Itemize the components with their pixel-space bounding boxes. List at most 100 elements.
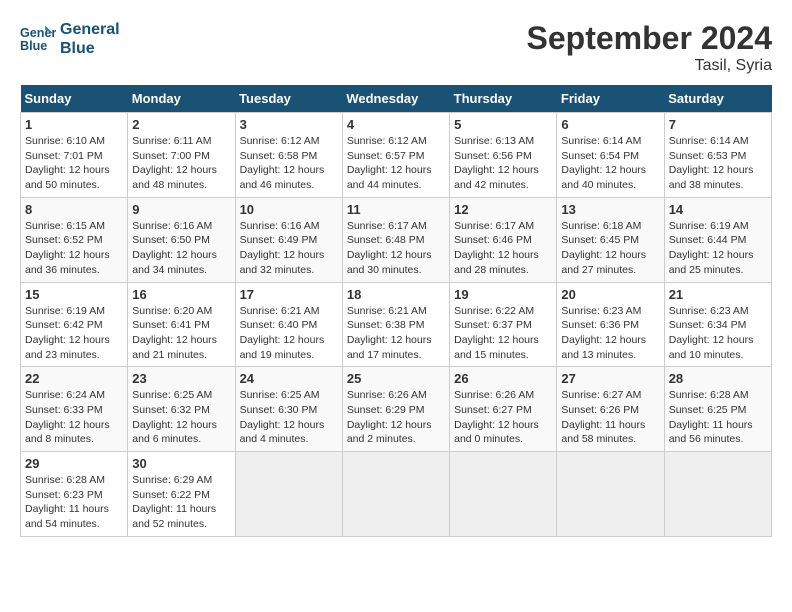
- day-of-week-header: Sunday: [21, 85, 128, 113]
- day-number: 15: [25, 287, 123, 302]
- day-info: Sunrise: 6:27 AM Sunset: 6:26 PM Dayligh…: [561, 388, 659, 447]
- calendar-week-row: 22 Sunrise: 6:24 AM Sunset: 6:33 PM Dayl…: [21, 367, 772, 452]
- day-number: 19: [454, 287, 552, 302]
- day-info: Sunrise: 6:19 AM Sunset: 6:44 PM Dayligh…: [669, 219, 767, 278]
- calendar-cell: 9 Sunrise: 6:16 AM Sunset: 6:50 PM Dayli…: [128, 197, 235, 282]
- calendar-week-row: 15 Sunrise: 6:19 AM Sunset: 6:42 PM Dayl…: [21, 282, 772, 367]
- day-number: 18: [347, 287, 445, 302]
- day-number: 26: [454, 371, 552, 386]
- day-number: 28: [669, 371, 767, 386]
- calendar-cell: 4 Sunrise: 6:12 AM Sunset: 6:57 PM Dayli…: [342, 113, 449, 198]
- day-number: 23: [132, 371, 230, 386]
- calendar-cell: [342, 452, 449, 537]
- calendar-cell: 5 Sunrise: 6:13 AM Sunset: 6:56 PM Dayli…: [450, 113, 557, 198]
- day-info: Sunrise: 6:14 AM Sunset: 6:54 PM Dayligh…: [561, 134, 659, 193]
- day-info: Sunrise: 6:28 AM Sunset: 6:25 PM Dayligh…: [669, 388, 767, 447]
- calendar-cell: 24 Sunrise: 6:25 AM Sunset: 6:30 PM Dayl…: [235, 367, 342, 452]
- logo-text-blue: Blue: [60, 39, 120, 58]
- day-number: 9: [132, 202, 230, 217]
- day-number: 20: [561, 287, 659, 302]
- calendar-table: SundayMondayTuesdayWednesdayThursdayFrid…: [20, 85, 772, 537]
- day-number: 13: [561, 202, 659, 217]
- calendar-cell: 7 Sunrise: 6:14 AM Sunset: 6:53 PM Dayli…: [664, 113, 771, 198]
- day-info: Sunrise: 6:10 AM Sunset: 7:01 PM Dayligh…: [25, 134, 123, 193]
- day-number: 24: [240, 371, 338, 386]
- calendar-cell: 8 Sunrise: 6:15 AM Sunset: 6:52 PM Dayli…: [21, 197, 128, 282]
- day-info: Sunrise: 6:21 AM Sunset: 6:40 PM Dayligh…: [240, 304, 338, 363]
- calendar-cell: 2 Sunrise: 6:11 AM Sunset: 7:00 PM Dayli…: [128, 113, 235, 198]
- calendar-week-row: 29 Sunrise: 6:28 AM Sunset: 6:23 PM Dayl…: [21, 452, 772, 537]
- day-of-week-header: Saturday: [664, 85, 771, 113]
- calendar-cell: [664, 452, 771, 537]
- calendar-cell: 18 Sunrise: 6:21 AM Sunset: 6:38 PM Dayl…: [342, 282, 449, 367]
- day-info: Sunrise: 6:29 AM Sunset: 6:22 PM Dayligh…: [132, 473, 230, 532]
- day-number: 6: [561, 117, 659, 132]
- day-info: Sunrise: 6:20 AM Sunset: 6:41 PM Dayligh…: [132, 304, 230, 363]
- calendar-cell: 16 Sunrise: 6:20 AM Sunset: 6:41 PM Dayl…: [128, 282, 235, 367]
- day-info: Sunrise: 6:25 AM Sunset: 6:30 PM Dayligh…: [240, 388, 338, 447]
- day-number: 14: [669, 202, 767, 217]
- day-info: Sunrise: 6:21 AM Sunset: 6:38 PM Dayligh…: [347, 304, 445, 363]
- day-info: Sunrise: 6:23 AM Sunset: 6:34 PM Dayligh…: [669, 304, 767, 363]
- day-number: 29: [25, 456, 123, 471]
- calendar-cell: 26 Sunrise: 6:26 AM Sunset: 6:27 PM Dayl…: [450, 367, 557, 452]
- month-title: September 2024: [527, 20, 772, 57]
- logo-icon: General Blue: [20, 21, 56, 57]
- day-number: 8: [25, 202, 123, 217]
- calendar-cell: 15 Sunrise: 6:19 AM Sunset: 6:42 PM Dayl…: [21, 282, 128, 367]
- day-number: 30: [132, 456, 230, 471]
- calendar-cell: 22 Sunrise: 6:24 AM Sunset: 6:33 PM Dayl…: [21, 367, 128, 452]
- calendar-header-row: SundayMondayTuesdayWednesdayThursdayFrid…: [21, 85, 772, 113]
- day-number: 10: [240, 202, 338, 217]
- calendar-cell: 6 Sunrise: 6:14 AM Sunset: 6:54 PM Dayli…: [557, 113, 664, 198]
- day-info: Sunrise: 6:25 AM Sunset: 6:32 PM Dayligh…: [132, 388, 230, 447]
- calendar-cell: 29 Sunrise: 6:28 AM Sunset: 6:23 PM Dayl…: [21, 452, 128, 537]
- svg-text:Blue: Blue: [20, 39, 47, 53]
- day-number: 1: [25, 117, 123, 132]
- calendar-cell: 30 Sunrise: 6:29 AM Sunset: 6:22 PM Dayl…: [128, 452, 235, 537]
- logo-text-general: General: [60, 20, 120, 39]
- calendar-cell: 11 Sunrise: 6:17 AM Sunset: 6:48 PM Dayl…: [342, 197, 449, 282]
- calendar-cell: 28 Sunrise: 6:28 AM Sunset: 6:25 PM Dayl…: [664, 367, 771, 452]
- day-info: Sunrise: 6:12 AM Sunset: 6:58 PM Dayligh…: [240, 134, 338, 193]
- calendar-cell: 20 Sunrise: 6:23 AM Sunset: 6:36 PM Dayl…: [557, 282, 664, 367]
- day-of-week-header: Wednesday: [342, 85, 449, 113]
- day-info: Sunrise: 6:11 AM Sunset: 7:00 PM Dayligh…: [132, 134, 230, 193]
- calendar-cell: 19 Sunrise: 6:22 AM Sunset: 6:37 PM Dayl…: [450, 282, 557, 367]
- calendar-cell: 1 Sunrise: 6:10 AM Sunset: 7:01 PM Dayli…: [21, 113, 128, 198]
- day-number: 16: [132, 287, 230, 302]
- day-info: Sunrise: 6:15 AM Sunset: 6:52 PM Dayligh…: [25, 219, 123, 278]
- day-number: 11: [347, 202, 445, 217]
- day-info: Sunrise: 6:26 AM Sunset: 6:29 PM Dayligh…: [347, 388, 445, 447]
- day-info: Sunrise: 6:23 AM Sunset: 6:36 PM Dayligh…: [561, 304, 659, 363]
- day-info: Sunrise: 6:12 AM Sunset: 6:57 PM Dayligh…: [347, 134, 445, 193]
- day-number: 3: [240, 117, 338, 132]
- calendar-cell: 21 Sunrise: 6:23 AM Sunset: 6:34 PM Dayl…: [664, 282, 771, 367]
- day-number: 12: [454, 202, 552, 217]
- calendar-cell: 25 Sunrise: 6:26 AM Sunset: 6:29 PM Dayl…: [342, 367, 449, 452]
- calendar-week-row: 1 Sunrise: 6:10 AM Sunset: 7:01 PM Dayli…: [21, 113, 772, 198]
- day-info: Sunrise: 6:24 AM Sunset: 6:33 PM Dayligh…: [25, 388, 123, 447]
- day-info: Sunrise: 6:22 AM Sunset: 6:37 PM Dayligh…: [454, 304, 552, 363]
- day-info: Sunrise: 6:17 AM Sunset: 6:46 PM Dayligh…: [454, 219, 552, 278]
- page-header: General Blue General Blue September 2024…: [20, 20, 772, 75]
- day-info: Sunrise: 6:28 AM Sunset: 6:23 PM Dayligh…: [25, 473, 123, 532]
- day-number: 4: [347, 117, 445, 132]
- calendar-cell: 12 Sunrise: 6:17 AM Sunset: 6:46 PM Dayl…: [450, 197, 557, 282]
- calendar-body: 1 Sunrise: 6:10 AM Sunset: 7:01 PM Dayli…: [21, 113, 772, 537]
- calendar-week-row: 8 Sunrise: 6:15 AM Sunset: 6:52 PM Dayli…: [21, 197, 772, 282]
- calendar-cell: 13 Sunrise: 6:18 AM Sunset: 6:45 PM Dayl…: [557, 197, 664, 282]
- calendar-cell: 3 Sunrise: 6:12 AM Sunset: 6:58 PM Dayli…: [235, 113, 342, 198]
- calendar-cell: 14 Sunrise: 6:19 AM Sunset: 6:44 PM Dayl…: [664, 197, 771, 282]
- calendar-cell: 23 Sunrise: 6:25 AM Sunset: 6:32 PM Dayl…: [128, 367, 235, 452]
- day-info: Sunrise: 6:13 AM Sunset: 6:56 PM Dayligh…: [454, 134, 552, 193]
- calendar-cell: [557, 452, 664, 537]
- day-of-week-header: Friday: [557, 85, 664, 113]
- calendar-cell: 10 Sunrise: 6:16 AM Sunset: 6:49 PM Dayl…: [235, 197, 342, 282]
- day-info: Sunrise: 6:14 AM Sunset: 6:53 PM Dayligh…: [669, 134, 767, 193]
- day-info: Sunrise: 6:19 AM Sunset: 6:42 PM Dayligh…: [25, 304, 123, 363]
- title-block: September 2024 Tasil, Syria: [527, 20, 772, 75]
- day-number: 21: [669, 287, 767, 302]
- calendar-cell: 17 Sunrise: 6:21 AM Sunset: 6:40 PM Dayl…: [235, 282, 342, 367]
- day-number: 7: [669, 117, 767, 132]
